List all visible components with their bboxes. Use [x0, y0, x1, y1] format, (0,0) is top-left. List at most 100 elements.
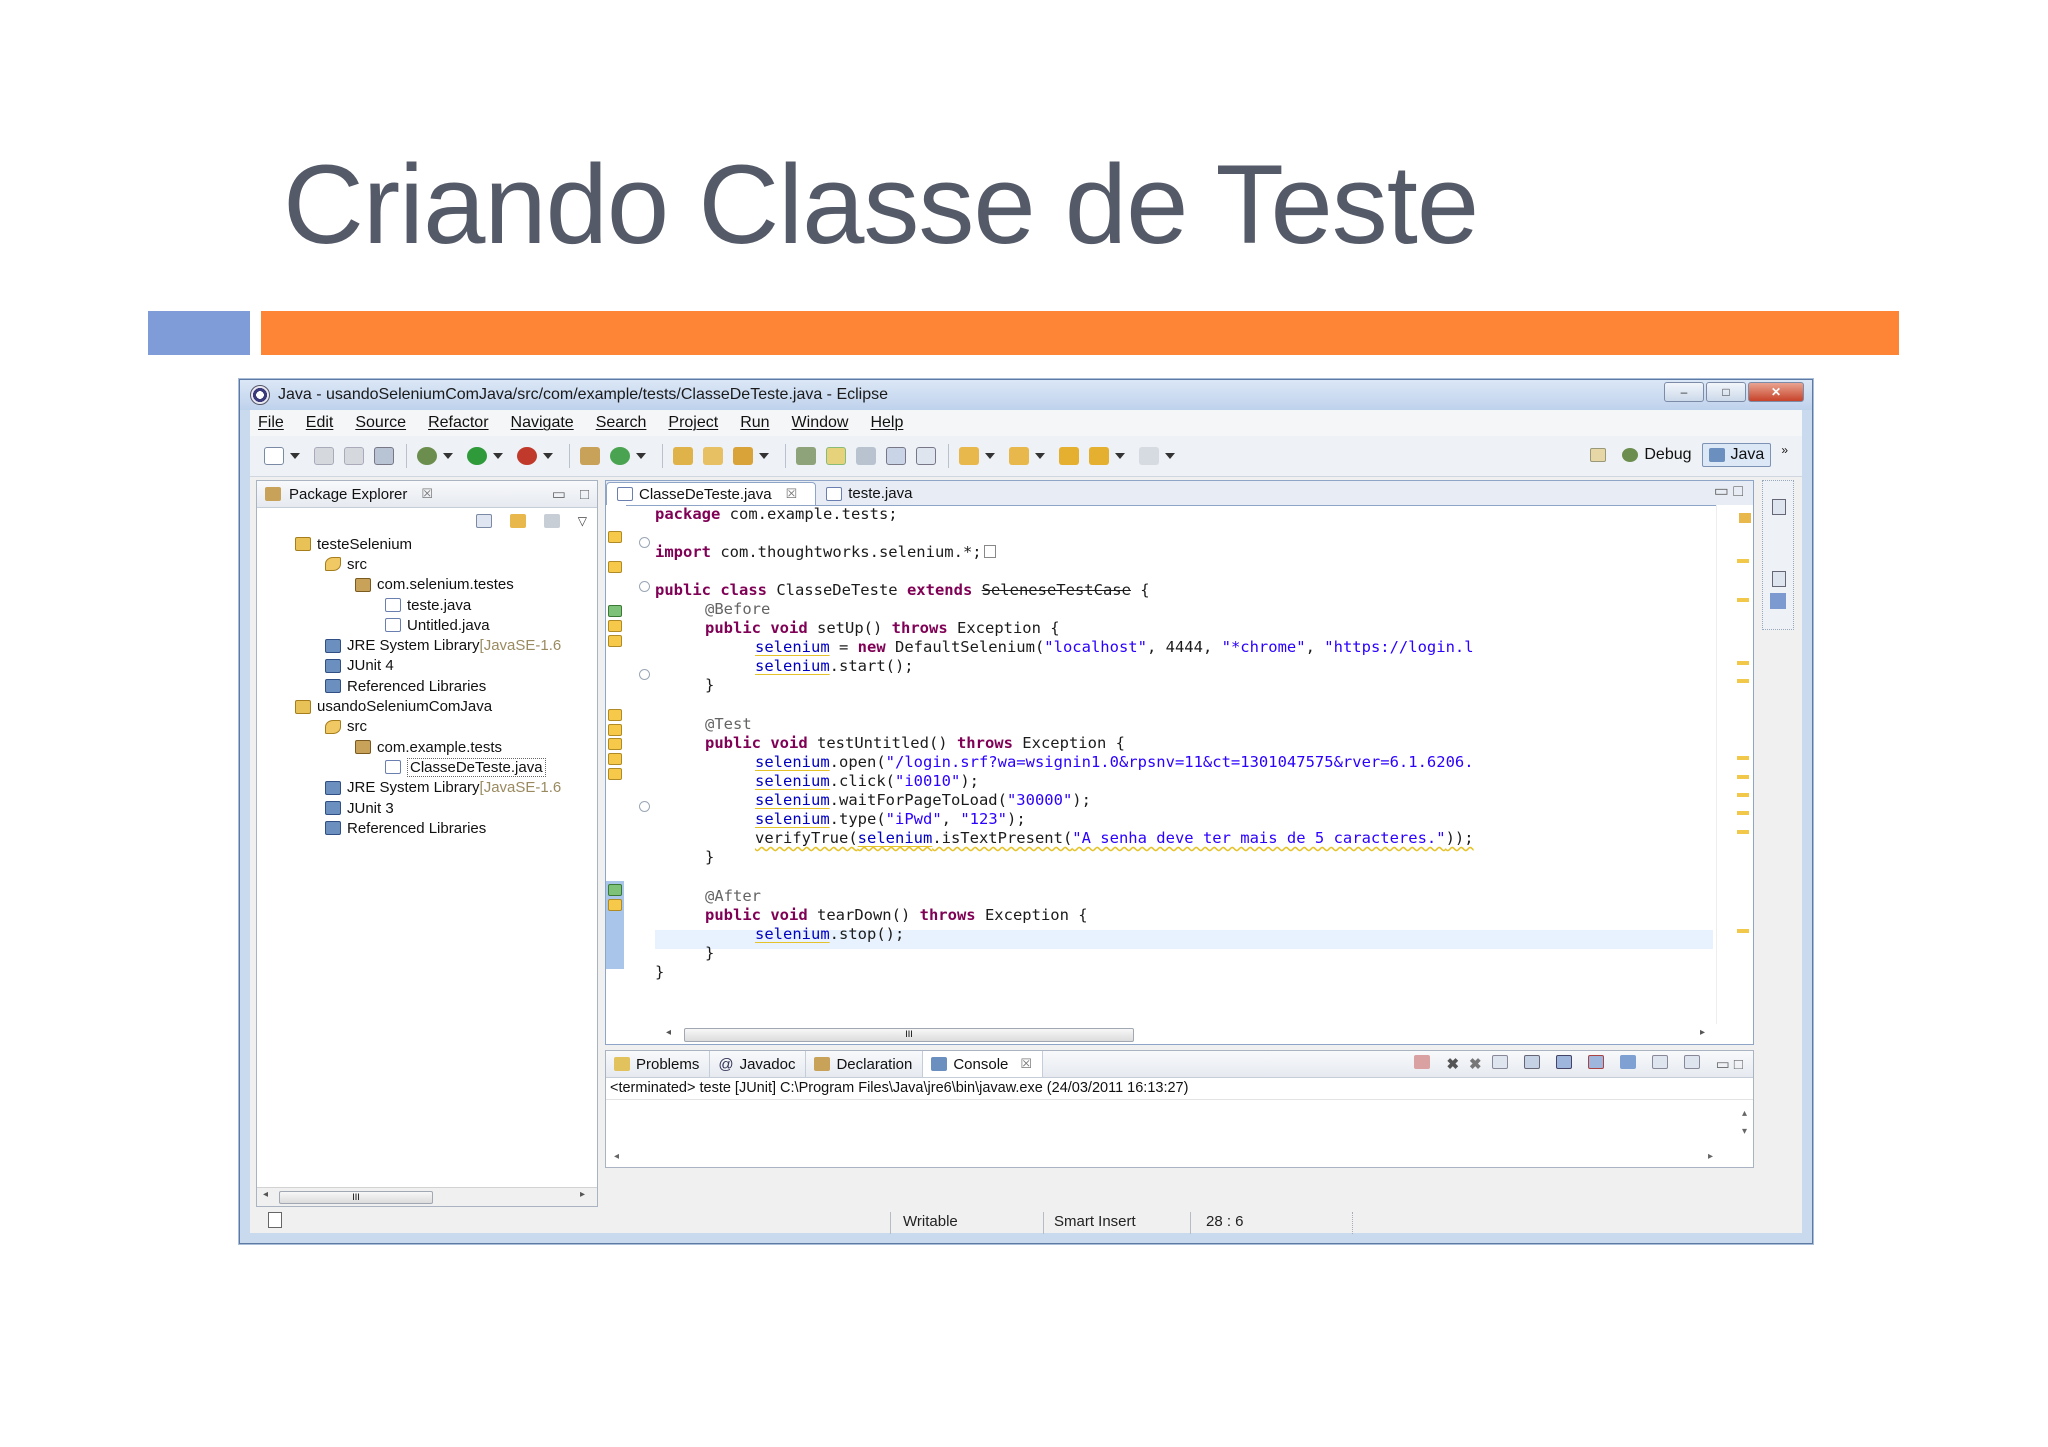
warning-marker-icon[interactable]: [608, 531, 622, 543]
overview-marker[interactable]: [1737, 559, 1749, 563]
back-icon[interactable]: [1089, 447, 1109, 465]
warning-marker-icon[interactable]: [608, 709, 622, 721]
search-icon[interactable]: [733, 447, 753, 465]
block-selection-icon[interactable]: [856, 447, 876, 465]
overview-marker[interactable]: [1737, 775, 1749, 779]
scroll-thumb[interactable]: III: [279, 1191, 433, 1204]
menu-navigate[interactable]: Navigate: [511, 414, 574, 432]
overview-warning-icon[interactable]: [1739, 513, 1751, 523]
open-type-icon[interactable]: [673, 447, 693, 465]
forward-dropdown-icon[interactable]: [1165, 453, 1175, 459]
back-dropdown-icon[interactable]: [1115, 453, 1125, 459]
override-marker-icon[interactable]: [608, 884, 622, 896]
tab-teste[interactable]: teste.java: [816, 482, 930, 505]
run-icon[interactable]: [467, 447, 487, 465]
tree-node[interactable]: ClasseDeTeste.java: [257, 757, 597, 777]
menu-file[interactable]: File: [258, 414, 284, 432]
overview-marker[interactable]: [1737, 811, 1749, 815]
console-vscroll-arrows-icon[interactable]: ▴ ▾: [1742, 1105, 1747, 1141]
minimize-button[interactable]: –: [1664, 382, 1704, 402]
tree-node[interactable]: JRE System Library [JavaSE-1.6: [257, 778, 597, 798]
tree-node[interactable]: JUnit 3: [257, 798, 597, 818]
next-annotation-dropdown-icon[interactable]: [985, 453, 995, 459]
external-tools-icon[interactable]: [517, 447, 537, 465]
scroll-thumb[interactable]: III: [684, 1028, 1134, 1042]
warning-marker-icon[interactable]: [608, 768, 622, 780]
collapse-fold-icon[interactable]: [639, 581, 650, 592]
next-annotation-icon[interactable]: [959, 447, 979, 465]
close-view-icon[interactable]: ☒: [421, 486, 433, 502]
tree-node[interactable]: JUnit 4: [257, 656, 597, 676]
collapse-all-icon[interactable]: [475, 514, 492, 528]
remove-launch-icon[interactable]: ✖: [1446, 1055, 1459, 1073]
save-icon[interactable]: [314, 447, 334, 465]
code-area[interactable]: package com.example.tests; import com.th…: [655, 505, 1713, 1022]
warning-marker-icon[interactable]: [608, 738, 622, 750]
warning-marker-icon[interactable]: [608, 635, 622, 647]
scroll-right-icon[interactable]: ▸: [580, 1189, 585, 1200]
scroll-left-icon[interactable]: ◂: [263, 1189, 268, 1200]
overview-marker[interactable]: [1737, 929, 1749, 933]
tab-console[interactable]: Console ☒: [923, 1051, 1044, 1077]
menu-edit[interactable]: Edit: [306, 414, 334, 432]
minimize-view-icon[interactable]: ▭: [552, 485, 566, 503]
show-source-icon[interactable]: [886, 447, 906, 465]
show-whitespace-icon[interactable]: [916, 447, 936, 465]
maximize-button[interactable]: □: [1706, 382, 1746, 402]
overview-marker[interactable]: [1737, 793, 1749, 797]
more-perspectives-icon[interactable]: »: [1781, 443, 1788, 457]
new-java-package-icon[interactable]: [580, 447, 600, 465]
previous-annotation-dropdown-icon[interactable]: [1035, 453, 1045, 459]
debug-perspective[interactable]: Debug: [1622, 446, 1692, 464]
collapse-fold-icon[interactable]: [639, 801, 650, 812]
scroll-left-icon[interactable]: ◂: [666, 1027, 671, 1038]
show-on-output-icon[interactable]: [1555, 1055, 1572, 1069]
overview-marker[interactable]: [1737, 598, 1749, 602]
scroll-left-icon[interactable]: ◂: [614, 1151, 619, 1162]
forward-icon[interactable]: [1139, 447, 1159, 465]
overview-marker[interactable]: [1737, 830, 1749, 834]
tree-node[interactable]: src: [257, 554, 597, 574]
tree-node[interactable]: Referenced Libraries: [257, 818, 597, 838]
warning-marker-icon[interactable]: [608, 753, 622, 765]
window-titlebar[interactable]: Java - usandoSeleniumComJava/src/com/exa…: [240, 380, 1812, 410]
menu-source[interactable]: Source: [355, 414, 406, 432]
open-console-icon[interactable]: [1683, 1055, 1700, 1069]
editor-hscrollbar[interactable]: ◂ III ▸: [654, 1026, 1705, 1042]
remove-all-icon[interactable]: ✖: [1469, 1055, 1482, 1073]
tree-node[interactable]: src: [257, 717, 597, 737]
pin-console-icon[interactable]: [1619, 1055, 1636, 1069]
scroll-right-icon[interactable]: ▸: [1708, 1151, 1713, 1162]
warning-marker-icon[interactable]: [608, 899, 622, 911]
print-icon[interactable]: [374, 447, 394, 465]
close-tab-icon[interactable]: ☒: [1020, 1056, 1032, 1072]
tree-node[interactable]: com.example.tests: [257, 737, 597, 757]
clear-console-icon[interactable]: [1491, 1055, 1508, 1069]
overview-marker[interactable]: [1737, 661, 1749, 665]
tree-node[interactable]: testeSelenium: [257, 534, 597, 554]
menu-help[interactable]: Help: [870, 414, 903, 432]
tree-node[interactable]: com.selenium.testes: [257, 575, 597, 595]
tree-node[interactable]: Referenced Libraries: [257, 676, 597, 696]
last-edit-location-icon[interactable]: [1059, 447, 1079, 465]
restore-view-icon[interactable]: [1772, 499, 1786, 515]
display-console-icon[interactable]: [1651, 1055, 1668, 1069]
tree-node[interactable]: usandoSeleniumComJava: [257, 696, 597, 716]
tab-javadoc[interactable]: @ Javadoc: [710, 1051, 807, 1077]
minimize-console-icon[interactable]: ▭ □: [1716, 1055, 1743, 1073]
tab-problems[interactable]: Problems: [606, 1051, 711, 1077]
new-java-class-icon[interactable]: [610, 447, 630, 465]
menu-run[interactable]: Run: [740, 414, 769, 432]
terminate-icon[interactable]: [1414, 1055, 1431, 1069]
tab-declaration[interactable]: Declaration: [806, 1051, 924, 1077]
menu-search[interactable]: Search: [596, 414, 647, 432]
folded-imports-icon[interactable]: [983, 545, 996, 558]
save-all-icon[interactable]: [344, 447, 364, 465]
close-tab-icon[interactable]: ☒: [786, 486, 798, 502]
menu-project[interactable]: Project: [668, 414, 718, 432]
debug-dropdown-icon[interactable]: [443, 453, 453, 459]
collapse-fold-icon[interactable]: [639, 669, 650, 680]
open-folder-icon[interactable]: [703, 447, 723, 465]
tree-node[interactable]: Untitled.java: [257, 615, 597, 635]
close-button[interactable]: ✕: [1748, 382, 1804, 402]
